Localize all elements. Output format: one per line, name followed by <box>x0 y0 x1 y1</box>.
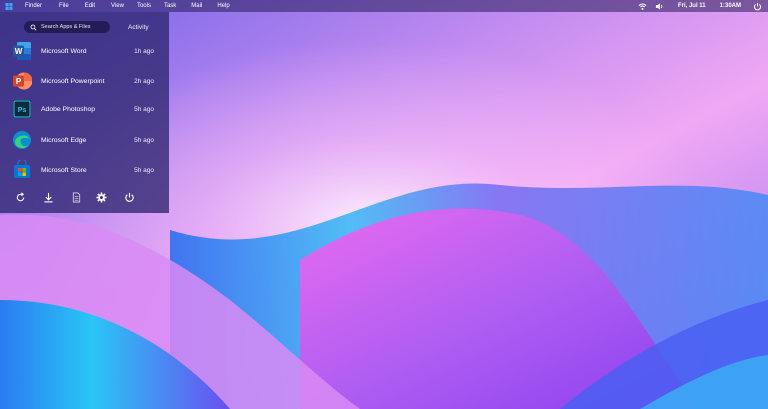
menu-mail[interactable]: Mail <box>191 0 202 12</box>
download-icon[interactable] <box>43 192 54 203</box>
refresh-icon[interactable] <box>15 192 26 203</box>
svg-text:P: P <box>16 77 22 86</box>
edge-icon <box>13 131 31 149</box>
app-microsoft-word[interactable]: W Microsoft Word 1h ago <box>12 40 157 62</box>
search-placeholder: Search Apps & Files <box>41 24 91 30</box>
app-time: 5h ago <box>134 136 154 144</box>
menu-bar: Finder File Edit View Tools Task Mail He… <box>0 0 768 12</box>
volume-icon[interactable] <box>655 2 664 11</box>
clock-time[interactable]: 1:30AM <box>720 3 741 9</box>
app-name: Microsoft Edge <box>41 136 87 144</box>
clock-date[interactable]: Fri, Jul 11 <box>678 3 706 9</box>
menu-help[interactable]: Help <box>217 0 229 12</box>
power-button-icon[interactable] <box>124 192 135 203</box>
settings-icon[interactable] <box>96 192 107 203</box>
app-time: 5h ago <box>134 105 154 113</box>
app-name: Adobe Photoshop <box>41 105 96 113</box>
svg-text:W: W <box>15 47 23 56</box>
power-icon[interactable] <box>753 2 762 11</box>
app-time: 5h ago <box>134 166 154 174</box>
search-icon <box>30 24 37 30</box>
menu-tools[interactable]: Tools <box>137 0 151 12</box>
app-name: Microsoft Word <box>41 47 87 55</box>
word-icon: W <box>13 42 31 60</box>
menu-file[interactable]: File <box>59 0 69 12</box>
app-name: Microsoft Store <box>41 166 87 174</box>
search-input[interactable]: Search Apps & Files <box>24 21 110 33</box>
app-microsoft-powerpoint[interactable]: P Microsoft Powerpoint 2h ago <box>12 70 157 92</box>
photoshop-icon: Ps <box>13 100 31 118</box>
store-icon <box>14 160 30 178</box>
menu-view[interactable]: View <box>111 0 124 12</box>
panel-actions <box>0 189 169 207</box>
powerpoint-icon: P <box>13 72 32 90</box>
app-microsoft-edge[interactable]: Microsoft Edge 5h ago <box>12 129 157 151</box>
menu-edit[interactable]: Edit <box>85 0 95 12</box>
windows-logo-icon[interactable] <box>5 2 13 10</box>
app-time: 2h ago <box>134 77 154 85</box>
app-microsoft-store[interactable]: Microsoft Store 5h ago <box>12 159 157 181</box>
app-name: Microsoft Powerpoint <box>41 77 105 85</box>
wifi-icon[interactable] <box>638 2 647 11</box>
svg-text:Ps: Ps <box>18 107 27 114</box>
activity-label: Activity <box>128 24 149 31</box>
app-adobe-photoshop[interactable]: Ps Adobe Photoshop 5h ago <box>12 98 157 120</box>
system-tray: Fri, Jul 11 1:30AM <box>634 0 768 12</box>
menu-finder[interactable]: Finder <box>25 0 42 12</box>
menu-task[interactable]: Task <box>164 0 176 12</box>
document-icon[interactable] <box>71 192 82 203</box>
start-panel: Search Apps & Files Activity W Microsoft… <box>0 12 169 213</box>
app-time: 1h ago <box>134 47 154 55</box>
